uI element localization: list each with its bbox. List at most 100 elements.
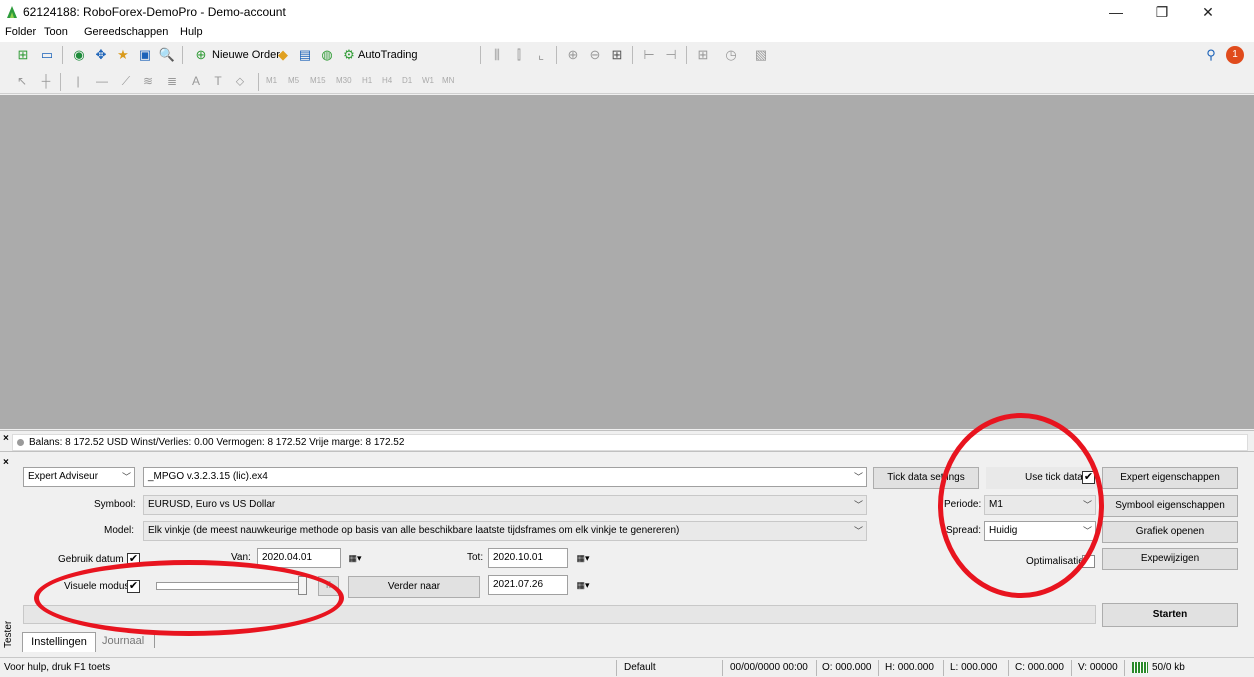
menu-folder[interactable]: Folder [5,26,36,38]
expert-type-select[interactable]: Expert Adviseur ﹀ [23,467,135,487]
strategy-tester-icon[interactable]: 🔍 [158,46,176,64]
tab-instellingen[interactable]: Instellingen [22,632,96,652]
auto-scroll-icon[interactable]: ⊢ [640,46,658,64]
arrows-icon[interactable]: ⬦ [232,73,248,89]
optimization-checkbox[interactable] [1082,555,1095,568]
period-value: M1 [989,499,1003,510]
start-button[interactable]: Starten [1102,603,1238,627]
periods-icon[interactable]: ◷ [722,46,740,64]
text-label-icon[interactable]: T [210,73,226,89]
open-chart-button[interactable]: Grafiek openen [1102,521,1238,543]
bar-chart-icon[interactable]: ⫼ [488,46,506,64]
restore-button[interactable]: ❐ [1139,0,1185,24]
notification-badge[interactable]: 1 [1226,46,1244,64]
terminal-icon[interactable]: ▣ [136,46,154,64]
drawing-toolbar: ↖ ┼ | — ⟋ ≋ ≣ A T ⬦ M1 M5 M15 M30 H1 H4 … [0,69,1254,94]
autotrading-button[interactable]: AutoTrading [358,49,418,61]
market-watch-icon[interactable]: ◉ [70,46,88,64]
expert-properties-button[interactable]: Expert eigenschappen [1102,467,1238,489]
use-date-checkbox[interactable]: ✔ [127,553,140,566]
model-select[interactable]: Elk vinkje (de meest nauwkeurige methode… [143,521,867,541]
profiles-icon[interactable]: ▭ [38,46,56,64]
text-icon[interactable]: A [188,73,204,89]
close-tester-icon[interactable]: × [3,457,9,468]
visual-mode-checkbox[interactable]: ✔ [127,580,140,593]
status-open: O: 000.000 [822,662,872,673]
data-window-icon[interactable]: ✥ [92,46,110,64]
horizontal-line-icon[interactable]: — [94,73,110,89]
new-order-button[interactable]: Nieuwe Order [212,49,280,61]
to-date-input[interactable]: 2020.10.01 [488,548,568,568]
status-high: H: 000.000 [885,662,934,673]
templates-icon[interactable]: ▧ [752,46,770,64]
timeframe-m1[interactable]: M1 [266,76,277,85]
menu-hulp[interactable]: Hulp [180,26,203,38]
timeframe-w1[interactable]: W1 [422,76,434,85]
minimize-button[interactable]: — [1093,0,1139,24]
timeframe-d1[interactable]: D1 [402,76,412,85]
skip-to-button[interactable]: Verder naar [348,576,480,598]
tester-vertical-tab[interactable]: Tester [3,612,15,657]
channel-icon[interactable]: ≋ [140,73,156,89]
status-separator [1008,660,1009,676]
from-date-input[interactable]: 2020.04.01 [257,548,341,568]
period-select[interactable]: M1 ﹀ [984,495,1096,515]
use-tick-data-checkbox[interactable]: ✔ [1082,471,1095,484]
status-help-text: Voor hulp, druk F1 toets [4,662,111,673]
use-date-label: Gebruik datum [58,554,124,565]
speed-slider-handle[interactable] [298,576,307,595]
chevron-down-icon: ﹀ [853,472,863,482]
menu-toon[interactable]: Toon [44,26,68,38]
chevron-down-icon: ﹀ [853,526,863,536]
timeframe-h1[interactable]: H1 [362,76,372,85]
spread-select[interactable]: Huidig ﹀ [984,521,1096,541]
tick-data-settings-button[interactable]: Tick data settings [873,467,979,489]
to-calendar-icon[interactable]: ▦▾ [570,548,596,568]
new-order-icon[interactable]: ⊕ [192,46,210,64]
symbol-select[interactable]: EURUSD, Euro vs US Dollar ﹀ [143,495,867,515]
chart-shift-icon[interactable]: ⊣ [662,46,680,64]
expert-file-select[interactable]: _MPGO v.3.2.3.15 (lic).ex4 ﹀ [143,467,867,487]
symbol-label: Symbool: [94,499,136,510]
symbol-properties-button[interactable]: Symbool eigenschappen [1102,495,1238,517]
close-terminal-icon[interactable]: × [3,433,9,444]
fibonacci-icon[interactable]: ≣ [164,73,180,89]
skip-date-input[interactable]: 2021.07.26 [488,575,568,595]
autotrading-icon[interactable]: ⚙ [340,46,358,64]
status-volume: V: 00000 [1078,662,1118,673]
timeframe-h4[interactable]: H4 [382,76,392,85]
new-chart-icon[interactable]: ⊞ [14,46,32,64]
crosshair-icon[interactable]: ┼ [38,73,54,89]
line-chart-icon[interactable]: ⌞ [532,46,550,64]
timeframe-m15[interactable]: M15 [310,76,326,85]
from-calendar-icon[interactable]: ▦▾ [342,548,368,568]
modify-expert-button[interactable]: Expewijzigen [1102,548,1238,570]
metaeditor-icon[interactable]: ◆ [274,46,292,64]
indicators-icon[interactable]: ⊞ [694,46,712,64]
skip-calendar-icon[interactable]: ▦▾ [570,575,596,595]
toolbar-separator [480,46,481,64]
cursor-icon[interactable]: ↖ [14,73,30,89]
candlestick-icon[interactable]: ⫿ [510,46,528,64]
signals-icon[interactable]: ▤ [296,46,314,64]
timeframe-m30[interactable]: M30 [336,76,352,85]
timeframe-mn[interactable]: MN [442,76,454,85]
menu-gereedschappen[interactable]: Gereedschappen [84,26,168,38]
tab-journaal[interactable]: Journaal [102,635,144,647]
market-icon[interactable]: ◍ [318,46,336,64]
zoom-out-icon[interactable]: ⊖ [586,46,604,64]
timeframe-m5[interactable]: M5 [288,76,299,85]
close-button[interactable]: ✕ [1185,0,1231,24]
navigator-icon[interactable]: ★ [114,46,132,64]
vertical-line-icon[interactable]: | [70,73,86,89]
zoom-in-icon[interactable]: ⊕ [564,46,582,64]
search-icon[interactable]: ⚲ [1202,46,1220,64]
toolbar-separator [686,46,687,64]
chart-workspace[interactable] [0,95,1254,429]
status-separator [1124,660,1125,676]
trendline-icon[interactable]: ⟋ [118,73,134,89]
tile-windows-icon[interactable]: ⊞ [608,46,626,64]
status-close: C: 000.000 [1015,662,1064,673]
speed-slider-track[interactable] [156,582,306,590]
pause-button[interactable]: II [318,576,339,596]
